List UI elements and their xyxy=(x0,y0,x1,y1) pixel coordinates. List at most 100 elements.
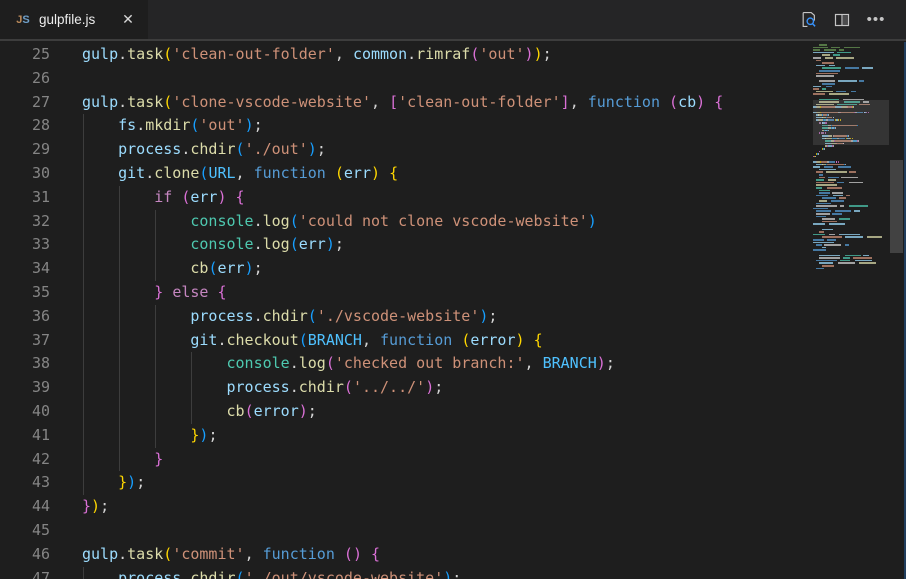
tab-bar: JS gulpfile.js ✕ ••• xyxy=(0,0,906,41)
code-text: cb(err); xyxy=(82,257,263,281)
line-number[interactable]: 43 xyxy=(0,471,50,495)
code-line[interactable]: 26 xyxy=(0,67,890,91)
minimap-row xyxy=(813,52,889,54)
scrollbar-slider[interactable] xyxy=(890,160,903,253)
indent-guide xyxy=(119,233,120,257)
minimap-slider[interactable] xyxy=(813,100,889,145)
tab-gulpfile[interactable]: JS gulpfile.js ✕ xyxy=(0,0,148,39)
indent-guide xyxy=(83,567,84,579)
minimap-row xyxy=(813,62,889,64)
code-line[interactable]: 42 } xyxy=(0,448,890,472)
code-line[interactable]: 39 process.chdir('../../'); xyxy=(0,376,890,400)
minimap-row xyxy=(813,208,889,210)
indent-guide xyxy=(191,400,192,424)
indent-guide xyxy=(83,448,84,472)
line-number[interactable]: 39 xyxy=(0,376,50,400)
code-editor[interactable]: 25 gulp.task('clean-out-folder', common.r… xyxy=(0,43,890,579)
code-line[interactable]: 32 console.log('could not clone vscode-w… xyxy=(0,210,890,234)
code-line[interactable]: 31 if (err) { xyxy=(0,186,890,210)
line-number[interactable]: 45 xyxy=(0,519,50,543)
code-line[interactable]: 37 git.checkout(BRANCH, function (error)… xyxy=(0,329,890,353)
line-number[interactable]: 35 xyxy=(0,281,50,305)
code-line[interactable]: 27 gulp.task('clone-vscode-website', ['cl… xyxy=(0,91,890,115)
code-line[interactable]: 40 cb(error); xyxy=(0,400,890,424)
code-text: }); xyxy=(82,495,109,519)
code-line[interactable]: 30 git.clone(URL, function (err) { xyxy=(0,162,890,186)
line-number[interactable]: 34 xyxy=(0,257,50,281)
vertical-scrollbar[interactable] xyxy=(889,42,904,579)
minimap-row xyxy=(813,268,889,270)
indent-guide xyxy=(83,233,84,257)
minimap-row xyxy=(813,171,889,173)
indent-guide xyxy=(155,233,156,257)
code-line[interactable]: 33 console.log(err); xyxy=(0,233,890,257)
code-line[interactable]: 41 }); xyxy=(0,424,890,448)
line-number[interactable]: 25 xyxy=(0,43,50,67)
code-text: gulp.task('clean-out-folder', common.rim… xyxy=(82,43,552,67)
minimap-row xyxy=(813,49,889,51)
line-number[interactable]: 46 xyxy=(0,543,50,567)
code-text: git.checkout(BRANCH, function (error) { xyxy=(82,329,543,353)
line-number[interactable]: 47 xyxy=(0,567,50,579)
line-number[interactable]: 31 xyxy=(0,186,50,210)
line-number[interactable]: 29 xyxy=(0,138,50,162)
line-number[interactable]: 38 xyxy=(0,352,50,376)
minimap-row xyxy=(813,93,889,95)
minimap-row xyxy=(813,210,889,212)
line-number[interactable]: 32 xyxy=(0,210,50,234)
code-line[interactable]: 25 gulp.task('clean-out-folder', common.r… xyxy=(0,43,890,67)
indent-guide xyxy=(119,210,120,234)
indent-guide xyxy=(83,186,84,210)
indent-guide xyxy=(155,210,156,234)
minimap-row xyxy=(813,223,889,225)
line-number[interactable]: 40 xyxy=(0,400,50,424)
code-line[interactable]: 46gulp.task('commit', function () { xyxy=(0,543,890,567)
more-actions-button[interactable]: ••• xyxy=(864,8,888,32)
code-line[interactable]: 28 fs.mkdir('out'); xyxy=(0,114,890,138)
line-number[interactable]: 41 xyxy=(0,424,50,448)
line-number[interactable]: 26 xyxy=(0,67,50,91)
close-icon[interactable]: ✕ xyxy=(118,10,138,30)
line-number[interactable]: 33 xyxy=(0,233,50,257)
indent-guide xyxy=(191,352,192,376)
code-text: cb(error); xyxy=(82,400,317,424)
line-number[interactable]: 42 xyxy=(0,448,50,472)
line-number[interactable]: 37 xyxy=(0,329,50,353)
minimap-row xyxy=(813,174,889,176)
minimap-row xyxy=(813,260,889,262)
minimap-row xyxy=(813,192,889,194)
open-preview-button[interactable] xyxy=(796,8,820,32)
indent-guide xyxy=(83,424,84,448)
line-number[interactable]: 28 xyxy=(0,114,50,138)
indent-guide xyxy=(83,352,84,376)
minimap-row xyxy=(813,70,889,72)
code-text: gulp.task('clone-vscode-website', ['clea… xyxy=(82,91,723,115)
line-number[interactable]: 44 xyxy=(0,495,50,519)
code-text: console.log(err); xyxy=(82,233,344,257)
minimap-row xyxy=(813,205,889,207)
code-line[interactable]: 38 console.log('checked out branch:', BR… xyxy=(0,352,890,376)
minimap-row xyxy=(813,203,889,205)
indent-guide xyxy=(83,257,84,281)
indent-guide xyxy=(119,448,120,472)
line-number[interactable]: 27 xyxy=(0,91,50,115)
minimap-row xyxy=(813,244,889,246)
code-line[interactable]: 43 }); xyxy=(0,471,890,495)
indent-guide xyxy=(119,257,120,281)
code-line[interactable]: 47 process.chdir('./out/vscode-website')… xyxy=(0,567,890,579)
code-text: }); xyxy=(82,424,217,448)
minimap-row xyxy=(813,156,889,158)
minimap[interactable] xyxy=(813,42,889,579)
code-line[interactable]: 35 } else { xyxy=(0,281,890,305)
code-line[interactable]: 34 cb(err); xyxy=(0,257,890,281)
indent-guide xyxy=(119,376,120,400)
code-line[interactable]: 29 process.chdir('./out'); xyxy=(0,138,890,162)
code-line[interactable]: 45 xyxy=(0,519,890,543)
line-number[interactable]: 30 xyxy=(0,162,50,186)
minimap-row xyxy=(813,158,889,160)
code-line[interactable]: 36 process.chdir('./vscode-website'); xyxy=(0,305,890,329)
minimap-row xyxy=(813,153,889,155)
split-editor-button[interactable] xyxy=(830,8,854,32)
code-line[interactable]: 44}); xyxy=(0,495,890,519)
line-number[interactable]: 36 xyxy=(0,305,50,329)
